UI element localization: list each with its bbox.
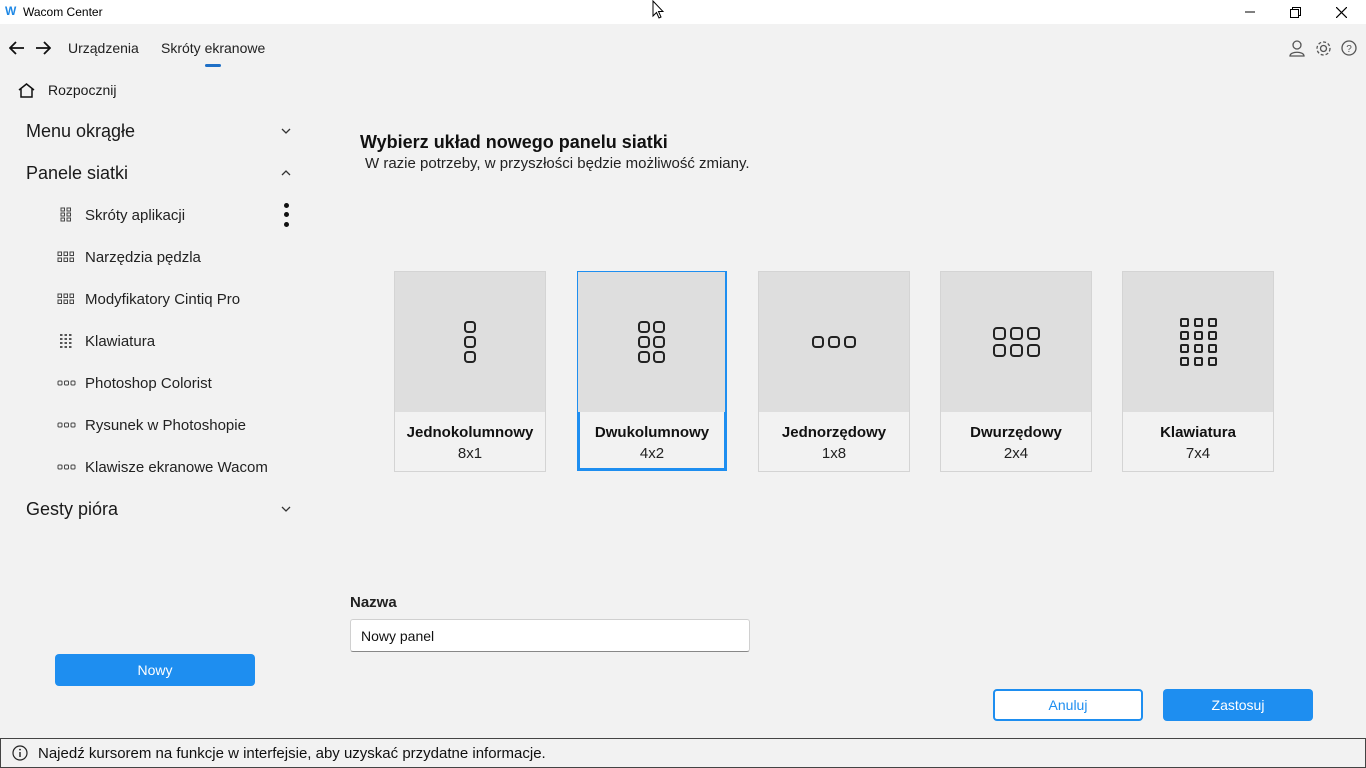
- grid-1x8-icon: [56, 460, 76, 474]
- sidebar-item-app-shortcuts[interactable]: Skróty aplikacji: [56, 201, 296, 229]
- chevron-up-icon: [281, 170, 291, 176]
- sidebar-item-label: Narzędzia pędzla: [85, 248, 201, 266]
- layout-dimensions: 2x4: [1003, 445, 1029, 462]
- layout-dimensions: 4x2: [639, 445, 665, 462]
- layout-dimensions: 8x1: [457, 445, 483, 462]
- chevron-down-icon: [281, 128, 291, 134]
- navigation-bar: Urządzenia Skróty ekranowe ?: [0, 24, 1366, 72]
- layout-name: Dwukolumnowy: [594, 424, 710, 441]
- svg-text:?: ?: [1346, 44, 1352, 55]
- gear-icon[interactable]: [1313, 38, 1333, 58]
- tab-devices[interactable]: Urządzenia: [68, 40, 139, 56]
- grid-2x4-icon: [56, 292, 76, 306]
- title-bar: W Wacom Center: [0, 0, 1366, 24]
- two-column-layout-icon: [578, 272, 725, 412]
- layout-name: Klawiatura: [1160, 424, 1236, 441]
- grid-2x4-icon: [56, 207, 76, 222]
- cancel-button[interactable]: Anuluj: [993, 689, 1143, 721]
- minimize-button[interactable]: [1227, 0, 1273, 24]
- layout-card-single-column[interactable]: Jednokolumnowy 8x1: [394, 271, 546, 472]
- layout-dimensions: 1x8: [821, 445, 847, 462]
- status-text: Najedź kursorem na funkcje w interfejsie…: [38, 744, 546, 762]
- single-row-layout-icon: [759, 272, 909, 412]
- sidebar-item-brush-tools[interactable]: Narzędzia pędzla: [56, 243, 296, 271]
- info-icon: [12, 745, 28, 761]
- sidebar-item-label: Modyfikatory Cintiq Pro: [85, 290, 241, 308]
- layout-name: Jednokolumnowy: [406, 424, 534, 441]
- active-tab-indicator: [205, 64, 221, 67]
- panel-name-input[interactable]: [350, 619, 750, 652]
- sidebar-item-label: Rozpocznij: [48, 82, 117, 98]
- page-title: Wybierz układ nowego panelu siatki: [360, 132, 668, 152]
- layout-card-two-row[interactable]: Dwurzędowy 2x4: [940, 271, 1092, 472]
- sidebar-item-photoshop-colorist[interactable]: Photoshop Colorist: [56, 369, 296, 397]
- page-subtitle: W razie potrzeby, w przyszłości będzie m…: [365, 155, 750, 172]
- restore-button[interactable]: [1272, 0, 1318, 24]
- user-icon[interactable]: [1287, 38, 1307, 58]
- section-grid-panels[interactable]: Panele siatki: [26, 158, 296, 188]
- grid-1x8-icon: [56, 376, 76, 390]
- more-options-icon[interactable]: [281, 201, 291, 229]
- sidebar-item-home[interactable]: Rozpocznij: [18, 82, 116, 98]
- layout-name: Dwurzędowy: [970, 424, 1062, 441]
- back-arrow-icon[interactable]: [7, 38, 27, 58]
- sidebar-item-label: Klawisze ekranowe Wacom: [85, 458, 268, 476]
- layout-card-keyboard[interactable]: Klawiatura 7x4: [1122, 271, 1274, 472]
- sidebar-item-label: Klawiatura: [85, 332, 156, 350]
- window-title: Wacom Center: [23, 5, 103, 19]
- help-icon[interactable]: ?: [1339, 38, 1359, 58]
- chevron-down-icon: [281, 506, 291, 512]
- new-panel-button[interactable]: Nowy: [55, 654, 255, 686]
- layout-name: Jednorzędowy: [781, 424, 887, 441]
- sidebar-item-keyboard[interactable]: Klawiatura: [56, 327, 296, 355]
- grid-2x4-icon: [56, 250, 76, 264]
- name-field-label: Nazwa: [350, 594, 397, 611]
- grid-1x8-icon: [56, 418, 76, 432]
- layout-card-two-column[interactable]: Dwukolumnowy 4x2: [577, 271, 727, 471]
- section-label: Panele siatki: [26, 162, 129, 183]
- sidebar: Rozpocznij Menu okrągłe Panele siatki Sk…: [0, 72, 300, 738]
- sidebar-item-label: Photoshop Colorist: [85, 374, 212, 392]
- single-column-layout-icon: [395, 272, 545, 412]
- sidebar-item-label: Skróty aplikacji: [85, 206, 186, 224]
- section-label: Menu okrągłe: [26, 120, 136, 141]
- apply-button[interactable]: Zastosuj: [1163, 689, 1313, 721]
- status-bar: Najedź kursorem na funkcje w interfejsie…: [0, 738, 1366, 768]
- sidebar-item-cintiq-modifiers[interactable]: Modyfikatory Cintiq Pro: [56, 285, 296, 313]
- home-icon: [18, 82, 35, 98]
- sidebar-item-label: Rysunek w Photoshopie: [85, 416, 246, 434]
- wacom-logo-icon: W: [5, 4, 17, 18]
- grid-7x4-icon: [56, 333, 76, 348]
- tab-on-screen-shortcuts[interactable]: Skróty ekranowe: [161, 40, 265, 56]
- layout-card-single-row[interactable]: Jednorzędowy 1x8: [758, 271, 910, 472]
- mouse-cursor-icon: [652, 0, 664, 19]
- forward-arrow-icon[interactable]: [33, 38, 53, 58]
- section-radial-menu[interactable]: Menu okrągłe: [26, 116, 296, 146]
- section-pen-gestures[interactable]: Gesty pióra: [26, 494, 296, 524]
- section-label: Gesty pióra: [26, 498, 119, 519]
- close-button[interactable]: [1318, 0, 1364, 24]
- two-row-layout-icon: [941, 272, 1091, 412]
- layout-dimensions: 7x4: [1185, 445, 1211, 462]
- sidebar-item-wacom-onscreen-keys[interactable]: Klawisze ekranowe Wacom: [56, 453, 296, 481]
- keyboard-layout-icon: [1123, 272, 1273, 412]
- sidebar-item-photoshop-drawing[interactable]: Rysunek w Photoshopie: [56, 411, 296, 439]
